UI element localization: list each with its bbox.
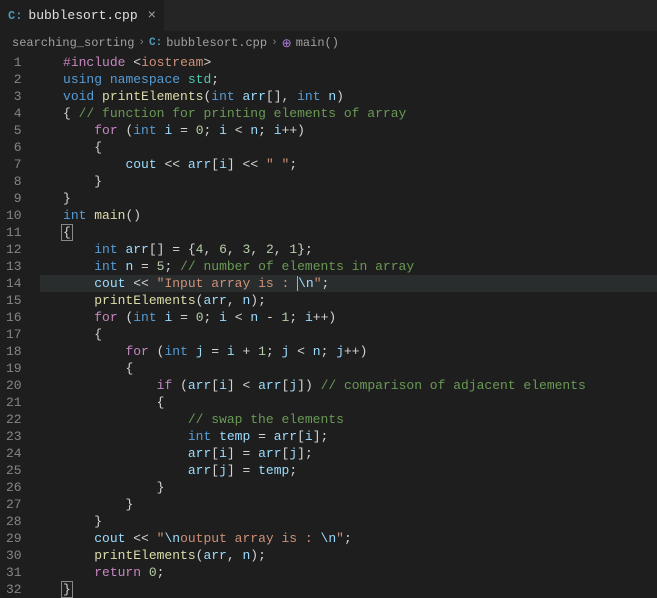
line-number: 27 bbox=[6, 496, 22, 513]
code-line[interactable]: printElements(arr, n); bbox=[40, 547, 657, 564]
code-line[interactable]: int temp = arr[i]; bbox=[40, 428, 657, 445]
cpp-icon: C: bbox=[149, 37, 162, 49]
breadcrumb-file[interactable]: bubblesort.cpp bbox=[166, 36, 267, 50]
breadcrumb-folder[interactable]: searching_sorting bbox=[12, 36, 134, 50]
code-line[interactable]: void printElements(int arr[], int n) bbox=[40, 88, 657, 105]
code-line[interactable]: int main() bbox=[40, 207, 657, 224]
code-line[interactable]: arr[i] = arr[j]; bbox=[40, 445, 657, 462]
code-line[interactable]: if (arr[i] < arr[j]) // comparison of ad… bbox=[40, 377, 657, 394]
line-number: 17 bbox=[6, 326, 22, 343]
line-number: 1 bbox=[6, 54, 22, 71]
line-number: 23 bbox=[6, 428, 22, 445]
line-number: 11 bbox=[6, 224, 22, 241]
code-line[interactable]: } bbox=[40, 479, 657, 496]
line-number: 21 bbox=[6, 394, 22, 411]
line-number: 31 bbox=[6, 564, 22, 581]
tab-bar: C: bubblesort.cpp × bbox=[0, 0, 657, 32]
line-number: 6 bbox=[6, 139, 22, 156]
code-line[interactable]: { bbox=[40, 139, 657, 156]
code-line[interactable]: return 0; bbox=[40, 564, 657, 581]
code-line[interactable]: { bbox=[40, 394, 657, 411]
line-number: 12 bbox=[6, 241, 22, 258]
code-line[interactable]: #include <iostream> bbox=[40, 54, 657, 71]
line-number: 32 bbox=[6, 581, 22, 598]
line-number: 14 bbox=[6, 275, 22, 292]
breadcrumb-symbol[interactable]: main() bbox=[296, 36, 339, 50]
line-number: 24 bbox=[6, 445, 22, 462]
code-line[interactable]: int n = 5; // number of elements in arra… bbox=[40, 258, 657, 275]
chevron-right-icon: › bbox=[138, 37, 145, 49]
line-number: 30 bbox=[6, 547, 22, 564]
line-number: 5 bbox=[6, 122, 22, 139]
code-line[interactable]: } bbox=[40, 190, 657, 207]
line-number: 19 bbox=[6, 360, 22, 377]
line-number: 4 bbox=[6, 105, 22, 122]
code-line[interactable]: { // function for printing elements of a… bbox=[40, 105, 657, 122]
line-number: 13 bbox=[6, 258, 22, 275]
code-line[interactable]: for (int j = i + 1; j < n; j++) bbox=[40, 343, 657, 360]
line-number: 25 bbox=[6, 462, 22, 479]
code-line[interactable]: { bbox=[40, 224, 657, 241]
symbol-icon: ⊕ bbox=[282, 36, 292, 51]
code-line[interactable]: for (int i = 0; i < n; i++) bbox=[40, 122, 657, 139]
cpp-icon: C: bbox=[8, 9, 22, 23]
tab-bubblesort[interactable]: C: bubblesort.cpp × bbox=[0, 0, 164, 31]
code-line[interactable]: arr[j] = temp; bbox=[40, 462, 657, 479]
line-number: 20 bbox=[6, 377, 22, 394]
code-line[interactable]: } bbox=[40, 513, 657, 530]
code-line[interactable]: printElements(arr, n); bbox=[40, 292, 657, 309]
text-cursor bbox=[297, 276, 298, 291]
code-line[interactable]: using namespace std; bbox=[40, 71, 657, 88]
code-line[interactable]: { bbox=[40, 326, 657, 343]
code-line[interactable]: { bbox=[40, 360, 657, 377]
code-line[interactable]: // swap the elements bbox=[40, 411, 657, 428]
line-number-gutter: 1234567891011121314151617181920212223242… bbox=[0, 54, 36, 598]
code-line[interactable]: } bbox=[40, 581, 657, 598]
line-number: 22 bbox=[6, 411, 22, 428]
code-editor[interactable]: 1234567891011121314151617181920212223242… bbox=[0, 54, 657, 598]
code-line[interactable]: int arr[] = {4, 6, 3, 2, 1}; bbox=[40, 241, 657, 258]
line-number: 28 bbox=[6, 513, 22, 530]
line-number: 29 bbox=[6, 530, 22, 547]
code-line[interactable]: } bbox=[40, 496, 657, 513]
code-line[interactable]: } bbox=[40, 173, 657, 190]
line-number: 3 bbox=[6, 88, 22, 105]
line-number: 18 bbox=[6, 343, 22, 360]
line-number: 9 bbox=[6, 190, 22, 207]
chevron-right-icon: › bbox=[271, 37, 278, 49]
line-number: 2 bbox=[6, 71, 22, 88]
line-number: 26 bbox=[6, 479, 22, 496]
tab-label: bubblesort.cpp bbox=[28, 8, 137, 23]
close-icon[interactable]: × bbox=[148, 8, 156, 24]
code-line[interactable]: cout << "\noutput array is : \n"; bbox=[40, 530, 657, 547]
code-line[interactable]: cout << arr[i] << " "; bbox=[40, 156, 657, 173]
line-number: 16 bbox=[6, 309, 22, 326]
line-number: 8 bbox=[6, 173, 22, 190]
breadcrumb[interactable]: searching_sorting › C: bubblesort.cpp › … bbox=[0, 32, 657, 54]
line-number: 7 bbox=[6, 156, 22, 173]
code-line-active[interactable]: cout << "Input array is : \n"; bbox=[40, 275, 657, 292]
code-line[interactable]: for (int i = 0; i < n - 1; i++) bbox=[40, 309, 657, 326]
line-number: 10 bbox=[6, 207, 22, 224]
code-area[interactable]: #include <iostream> using namespace std;… bbox=[36, 54, 657, 598]
line-number: 15 bbox=[6, 292, 22, 309]
